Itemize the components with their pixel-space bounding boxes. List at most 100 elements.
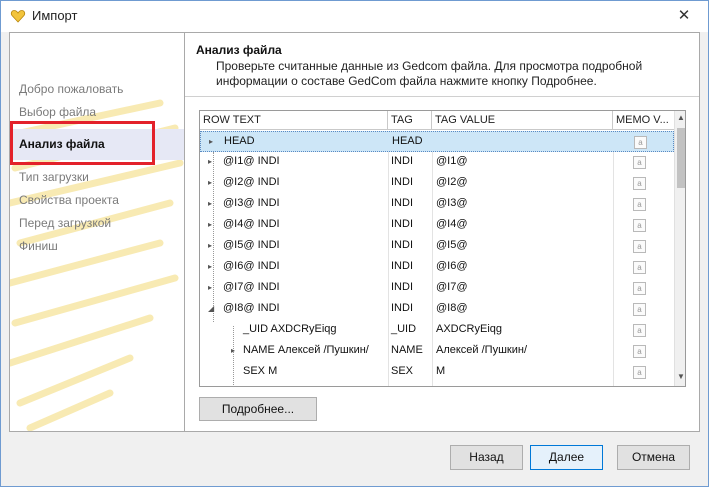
row-text-cell: @I3@ INDI	[223, 197, 280, 209]
tag-cell: INDI	[391, 260, 413, 272]
sidebar-item-load-type[interactable]: Тип загрузки	[19, 170, 89, 184]
tag-value-cell: @I5@	[436, 239, 468, 251]
table-row[interactable]: OCCU ПомещикOCCUПомещикa	[200, 383, 674, 387]
sidebar-item-finish[interactable]: Финиш	[19, 239, 58, 253]
tag-cell: _UID	[391, 323, 417, 335]
page-description: Проверьте считанные данные из Gedcom фай…	[216, 59, 643, 88]
column-header-memo[interactable]: MEMO V...	[613, 111, 674, 130]
row-text-cell: HEAD	[224, 135, 255, 147]
table-row[interactable]: ▸ HEAD HEAD a	[200, 131, 674, 152]
sidebar-item-project-properties[interactable]: Свойства проекта	[19, 193, 119, 207]
expand-arrow-icon[interactable]: ▸	[208, 283, 212, 292]
memo-edit-icon[interactable]: a	[633, 156, 646, 169]
app-heart-icon	[10, 10, 26, 23]
tag-cell: HEAD	[392, 135, 423, 147]
tag-cell: INDI	[391, 197, 413, 209]
row-text-cell: @I8@ INDI	[223, 302, 280, 314]
tag-cell: INDI	[391, 218, 413, 230]
tag-value-cell: @I8@	[436, 302, 468, 314]
table-row[interactable]: ◢ @I8@ INDI INDI @I8@ a	[200, 299, 674, 320]
expand-arrow-icon[interactable]: ▸	[208, 199, 212, 208]
memo-edit-icon[interactable]: a	[633, 198, 646, 211]
row-text-cell: @I2@ INDI	[223, 176, 280, 188]
cancel-button[interactable]: Отмена	[617, 445, 690, 470]
row-text-cell: OCCU Помещик	[243, 386, 326, 387]
sidebar-item-file-select[interactable]: Выбор файла	[19, 105, 96, 119]
vertical-scrollbar[interactable]: ▲ ▼	[674, 111, 685, 386]
grid-header: ROW TEXT TAG TAG VALUE MEMO V...	[200, 111, 674, 130]
expand-arrow-icon[interactable]: ▸	[208, 262, 212, 271]
expand-arrow-icon[interactable]: ▸	[208, 178, 212, 187]
grid-rows: ▸ HEAD HEAD a ▸ @I1@ INDI INDI @I1@ a ▸ @I2@ INDI I…	[200, 131, 674, 387]
memo-edit-icon[interactable]: a	[633, 366, 646, 379]
column-header-row-text[interactable]: ROW TEXT	[200, 111, 388, 130]
next-button[interactable]: Далее	[530, 445, 603, 470]
expand-arrow-icon[interactable]: ▸	[208, 157, 212, 166]
column-header-tag[interactable]: TAG	[388, 111, 432, 130]
tag-cell: SEX	[391, 365, 414, 377]
memo-edit-icon[interactable]: a	[633, 240, 646, 253]
table-row[interactable]: ▸ @I1@ INDI INDI @I1@ a	[200, 152, 674, 173]
tag-cell: INDI	[391, 281, 413, 293]
tag-value-cell: @I2@	[436, 176, 468, 188]
import-dialog: Импорт ✕ Добро пожаловать Выбор файла Ан…	[0, 0, 709, 487]
memo-edit-icon[interactable]: a	[633, 282, 646, 295]
table-row[interactable]: ▸ NAME Алексей /Пушкин/NAME Алексей /Пушки…	[200, 341, 674, 362]
tag-value-cell: Алексей /Пушкин/	[436, 344, 528, 356]
tag-cell: INDI	[391, 155, 413, 167]
sidebar-item-welcome[interactable]: Добро пожаловать	[19, 82, 123, 96]
memo-edit-icon[interactable]: a	[633, 219, 646, 232]
tag-value-cell: @I3@	[436, 197, 468, 209]
scroll-up-icon[interactable]: ▲	[675, 113, 685, 125]
tag-value-cell: @I7@	[436, 281, 468, 293]
table-row[interactable]: ▸ @I6@ INDI INDI @I6@ a	[200, 257, 674, 278]
tag-value-cell: @I6@	[436, 260, 468, 272]
back-button[interactable]: Назад	[450, 445, 523, 470]
memo-edit-icon[interactable]: a	[633, 303, 646, 316]
title-bar: Импорт ✕	[1, 1, 708, 32]
expand-arrow-icon[interactable]: ▸	[209, 137, 213, 146]
tag-cell: INDI	[391, 176, 413, 188]
row-text-cell: @I6@ INDI	[223, 260, 280, 272]
scroll-down-icon[interactable]: ▼	[675, 372, 685, 384]
expand-arrow-icon[interactable]: ▸	[208, 241, 212, 250]
row-text-cell: NAME Алексей /Пушкин/	[243, 344, 369, 356]
row-text-cell: @I1@ INDI	[223, 155, 280, 167]
gedcom-tree-grid[interactable]: ROW TEXT TAG TAG VALUE MEMO V... ▸ HEAD HE…	[199, 110, 686, 387]
table-row[interactable]: _UID AXDCRyEiqg _UID AXDCRyEiqg a	[200, 320, 674, 341]
sidebar-item-before-load[interactable]: Перед загрузкой	[19, 216, 111, 230]
table-row[interactable]: ▸ @I5@ INDI INDI @I5@ a	[200, 236, 674, 257]
expand-arrow-icon[interactable]: ◢	[208, 304, 214, 313]
table-row[interactable]: ▸ @I3@ INDI INDI @I3@ a	[200, 194, 674, 215]
table-row[interactable]: SEX M SEX Ma	[200, 362, 674, 383]
memo-edit-icon[interactable]: a	[633, 177, 646, 190]
expand-arrow-icon[interactable]: ▸	[208, 220, 212, 229]
tag-value-cell: @I4@	[436, 218, 468, 230]
expand-arrow-icon[interactable]: ▸	[231, 346, 235, 355]
details-button[interactable]: Подробнее...	[199, 397, 317, 421]
row-text-cell: _UID AXDCRyEiqg	[243, 323, 337, 335]
main-panel: Анализ файла Проверьте считанные данные …	[185, 32, 700, 432]
page-title: Анализ файла	[196, 43, 282, 57]
tag-value-cell: M	[436, 365, 446, 377]
row-text-cell: @I4@ INDI	[223, 218, 280, 230]
table-row[interactable]: ▸ @I2@ INDI INDI @I2@ a	[200, 173, 674, 194]
scroll-thumb[interactable]	[677, 128, 685, 188]
table-row[interactable]: ▸ @I4@ INDI INDI @I4@ a	[200, 215, 674, 236]
row-text-cell: @I7@ INDI	[223, 281, 280, 293]
tag-cell: OCCU	[391, 386, 423, 387]
row-text-cell: @I5@ INDI	[223, 239, 280, 251]
memo-edit-icon[interactable]: a	[634, 136, 647, 149]
tag-cell: NAME	[391, 344, 423, 356]
tag-cell: INDI	[391, 239, 413, 251]
memo-edit-icon[interactable]: a	[633, 261, 646, 274]
close-icon[interactable]: ✕	[674, 7, 694, 25]
annotation-highlight-box	[10, 121, 155, 165]
window-title: Импорт	[32, 8, 78, 23]
tag-cell: INDI	[391, 302, 413, 314]
memo-edit-icon[interactable]: a	[633, 345, 646, 358]
tag-value-cell: Помещик	[436, 386, 484, 387]
table-row[interactable]: ▸ @I7@ INDI INDI @I7@ a	[200, 278, 674, 299]
column-header-tag-value[interactable]: TAG VALUE	[432, 111, 613, 130]
memo-edit-icon[interactable]: a	[633, 324, 646, 337]
